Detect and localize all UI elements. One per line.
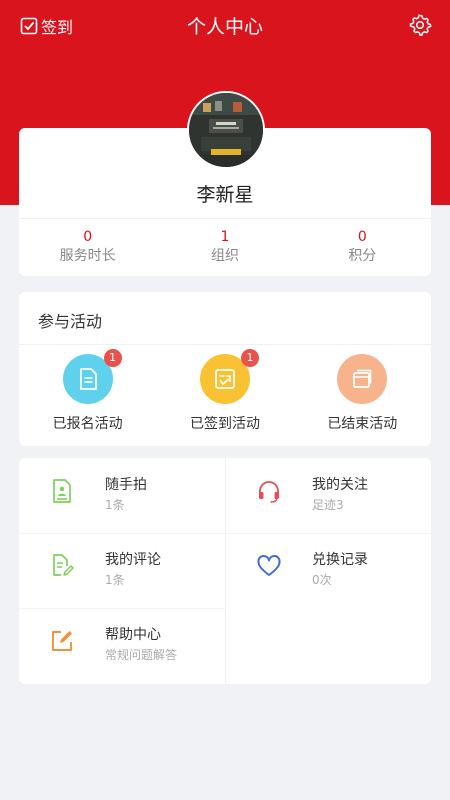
menu-subtitle: 足迹3	[312, 498, 344, 512]
headset-icon	[259, 481, 279, 503]
menu-subtitle: 常规问题解答	[105, 648, 178, 662]
menu-subtitle: 1条	[105, 573, 125, 587]
count-badge: 1	[240, 349, 259, 367]
document-icon	[79, 368, 97, 390]
ended-activities-button[interactable]: 已结束活动	[294, 354, 431, 433]
section-title: 参与活动	[38, 312, 103, 331]
menu-subtitle: 1条	[105, 498, 125, 512]
activity-label: 已结束活动	[327, 416, 398, 432]
user-name: 李新星	[196, 184, 254, 206]
activity-label: 已签到活动	[189, 416, 260, 432]
activities-card: 参与活动 1 已报名活动 1 已签到活动 已结束活动	[19, 292, 431, 446]
help-edit-icon	[52, 631, 72, 651]
top-bar: 签到 个人中心	[0, 0, 450, 52]
stat-value: 0	[83, 229, 93, 245]
stat-organization[interactable]: 1 组织	[156, 228, 293, 266]
page-title: 个人中心	[186, 16, 263, 38]
stat-label: 积分	[348, 248, 377, 264]
stat-value: 1	[220, 229, 230, 245]
menu-title: 我的评论	[105, 552, 161, 568]
avatar[interactable]	[187, 91, 265, 169]
divider	[19, 344, 431, 345]
menu-title: 我的关注	[312, 477, 368, 493]
menu-title: 帮助中心	[105, 627, 161, 643]
stat-label: 服务时长	[59, 248, 116, 264]
menu-title: 随手拍	[105, 477, 147, 493]
stat-label: 组织	[210, 248, 239, 264]
edit-doc-icon	[53, 554, 74, 576]
registered-activities-circle: 1	[62, 349, 122, 404]
menu-title: 兑换记录	[312, 552, 368, 568]
stats-row: 0 服务时长 1 组织 0 积分	[19, 228, 431, 266]
activity-label: 已报名活动	[52, 416, 123, 432]
avatar-image	[189, 93, 263, 167]
heart-icon	[257, 554, 281, 576]
checked-in-activities-button[interactable]: 1 已签到活动	[156, 349, 293, 433]
menu-item-snapshot[interactable]: 随手拍 1条	[19, 458, 225, 533]
activities-row: 1 已报名活动 1 已签到活动 已结束活动	[19, 349, 431, 433]
ended-activities-circle	[337, 354, 388, 404]
stack-icon	[353, 369, 372, 388]
stat-points[interactable]: 0 积分	[294, 228, 431, 266]
photo-doc-icon	[53, 479, 71, 503]
menu-card: 随手拍 1条 我的关注 足迹3 我的评论 1条 兑换记录 0次 帮助中心 常规问…	[19, 458, 431, 684]
menu-item-following[interactable]: 我的关注 足迹3	[226, 458, 432, 533]
count-badge: 1	[103, 349, 122, 367]
checkin-doc-icon	[215, 369, 235, 389]
menu-subtitle: 0次	[312, 573, 332, 587]
menu-item-my-comments[interactable]: 我的评论 1条	[19, 533, 225, 608]
menu-item-redeem-history[interactable]: 兑换记录 0次	[226, 533, 432, 608]
stat-value: 0	[357, 229, 367, 245]
menu-item-help-center[interactable]: 帮助中心 常规问题解答	[19, 608, 225, 683]
divider	[19, 218, 431, 219]
registered-activities-button[interactable]: 1 已报名活动	[19, 349, 156, 433]
stat-service-hours[interactable]: 0 服务时长	[19, 228, 156, 266]
checked-in-activities-circle: 1	[199, 349, 259, 404]
settings-gear-icon[interactable]	[408, 13, 432, 37]
